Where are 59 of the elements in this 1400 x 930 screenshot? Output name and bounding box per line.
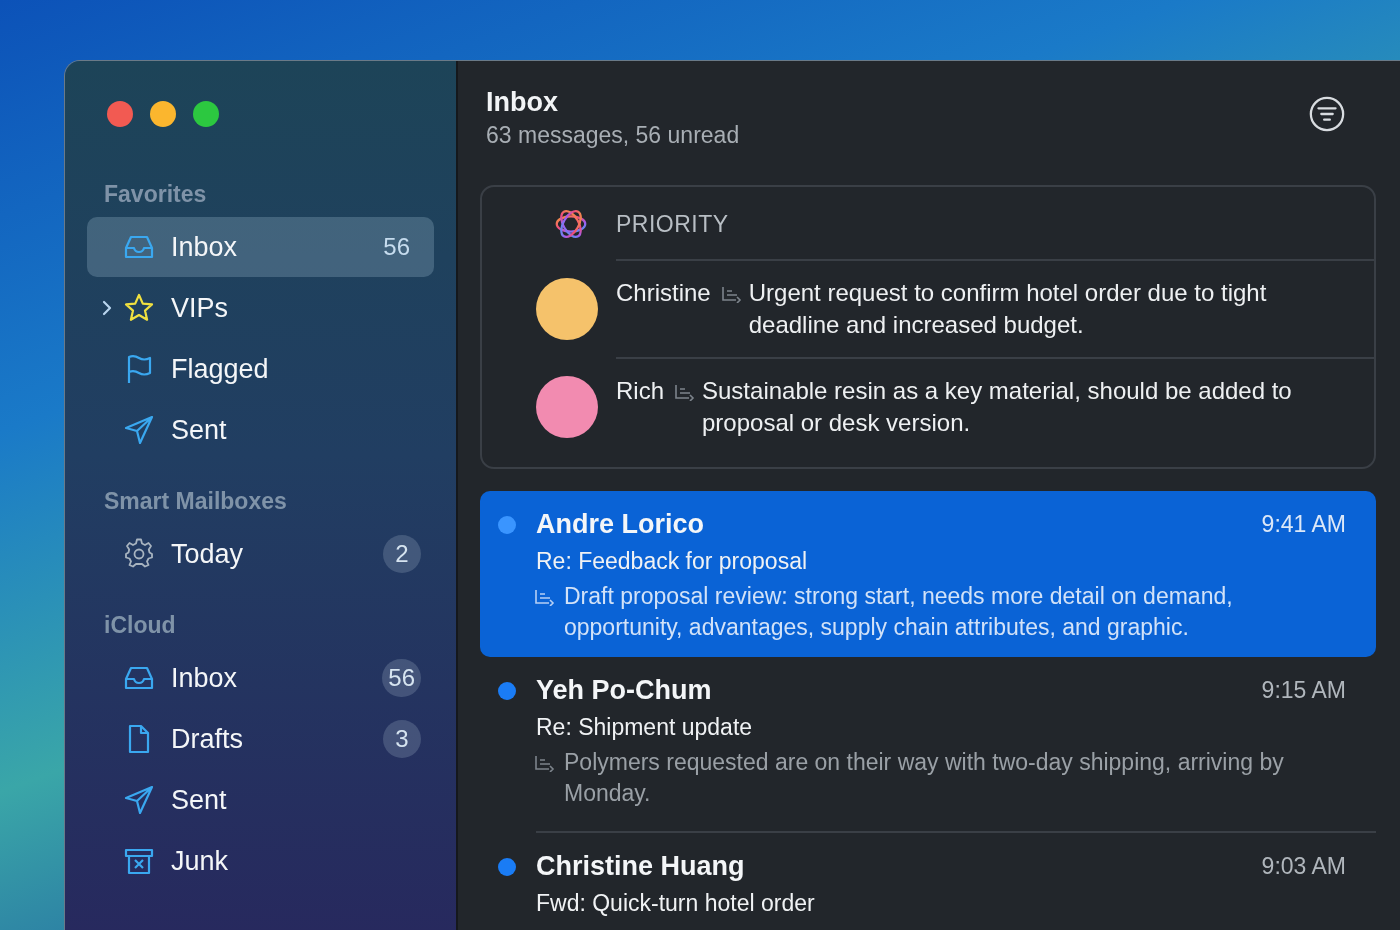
gear-icon	[123, 538, 155, 570]
message-row[interactable]: Christine Huang 9:03 AM Fwd: Quick-turn hotel order	[536, 831, 1376, 930]
message-row[interactable]: Yeh Po-Chum 9:15 AM Re: Shipment update Polymers requested are on their way with two-day shipping, arriving by Monday.	[480, 657, 1376, 823]
unread-count: 56	[383, 233, 410, 261]
sender-name: Andre Lorico	[536, 509, 705, 540]
zoom-button[interactable]	[193, 101, 219, 127]
mailbox-label: Inbox	[171, 231, 239, 263]
message-row[interactable]: Andre Lorico 9:41 AM Re: Feedback for proposal Draft proposal review: strong start, needs more detail on demand, opportunity, advantages, supply chain attributes, and graphic.	[480, 491, 1376, 657]
sender-name: Christine	[616, 278, 711, 308]
section-heading: iCloud	[103, 612, 177, 639]
mailbox-item[interactable]: Inbox 56	[87, 217, 434, 277]
mailbox-item[interactable]: Junk	[87, 831, 434, 891]
message-time: 9:15 AM	[1261, 677, 1346, 704]
mailbox-item[interactable]: Sent	[87, 400, 434, 460]
message-time: 9:41 AM	[1261, 511, 1346, 538]
mailbox-item[interactable]: Today 2	[87, 524, 434, 584]
message-subject: Re: Shipment update	[536, 714, 754, 741]
message-count: 63 messages, 56 unread	[486, 122, 740, 149]
message-subject: Fwd: Quick-turn hotel order	[536, 890, 816, 917]
mailbox-label: Sent	[171, 414, 228, 446]
paper-plane-icon	[123, 414, 155, 446]
filter-icon[interactable]	[1308, 95, 1346, 133]
section-heading: Smart Mailboxes	[103, 488, 288, 515]
section-heading: Favorites	[103, 181, 208, 208]
sender-name: Christine Huang	[536, 851, 746, 882]
mailbox-label: Drafts	[171, 723, 244, 755]
message-preview: Polymers requested are on their way with two-day shipping, arriving by Monday.	[564, 748, 1285, 808]
priority-heading: PRIORITY	[616, 210, 729, 238]
mailbox-label: Inbox	[171, 662, 239, 694]
mailbox-label: VIPs	[171, 292, 230, 324]
minimize-button[interactable]	[150, 101, 176, 127]
summary-icon	[534, 588, 556, 606]
mailbox-item[interactable]: VIPs	[87, 278, 434, 338]
close-button[interactable]	[107, 101, 133, 127]
paper-plane-icon	[123, 784, 155, 816]
unread-count: 56	[382, 659, 421, 697]
chevron-icon[interactable]	[102, 300, 112, 316]
sender-name: Yeh Po-Chum	[536, 675, 713, 706]
unread-count: 3	[383, 720, 421, 758]
unread-count: 2	[383, 535, 421, 573]
mailbox-label: Sent	[171, 784, 228, 816]
message-subject: Re: Feedback for proposal	[536, 548, 809, 575]
mailbox-title: Inbox	[486, 87, 559, 118]
message-preview: Draft proposal review: strong start, needs more detail on demand, opportunity, advantages, supply chain attributes, and graphic.	[564, 582, 1234, 642]
message-time: 9:03 AM	[1261, 853, 1346, 880]
summary-icon	[534, 754, 556, 772]
mailbox-item[interactable]: Inbox 56	[87, 648, 434, 708]
mailbox-item[interactable]: Drafts 3	[87, 709, 434, 769]
priority-summary: Urgent request to confirm hotel order due to tight deadline and increased budget.	[748, 278, 1268, 340]
priority-summary: Sustainable resin as a key material, should be added to proposal or desk version.	[702, 376, 1293, 438]
mailbox-label: Junk	[171, 845, 230, 877]
sender-name: Rich	[616, 376, 664, 406]
mailbox-item[interactable]: Sent	[87, 770, 434, 830]
summary-icon	[720, 285, 743, 303]
mailbox-item[interactable]: Flagged	[87, 339, 434, 399]
star-icon	[123, 292, 155, 324]
mailbox-label: Flagged	[171, 353, 270, 385]
summary-icon	[674, 383, 696, 401]
mailbox-label: Today	[171, 538, 245, 570]
